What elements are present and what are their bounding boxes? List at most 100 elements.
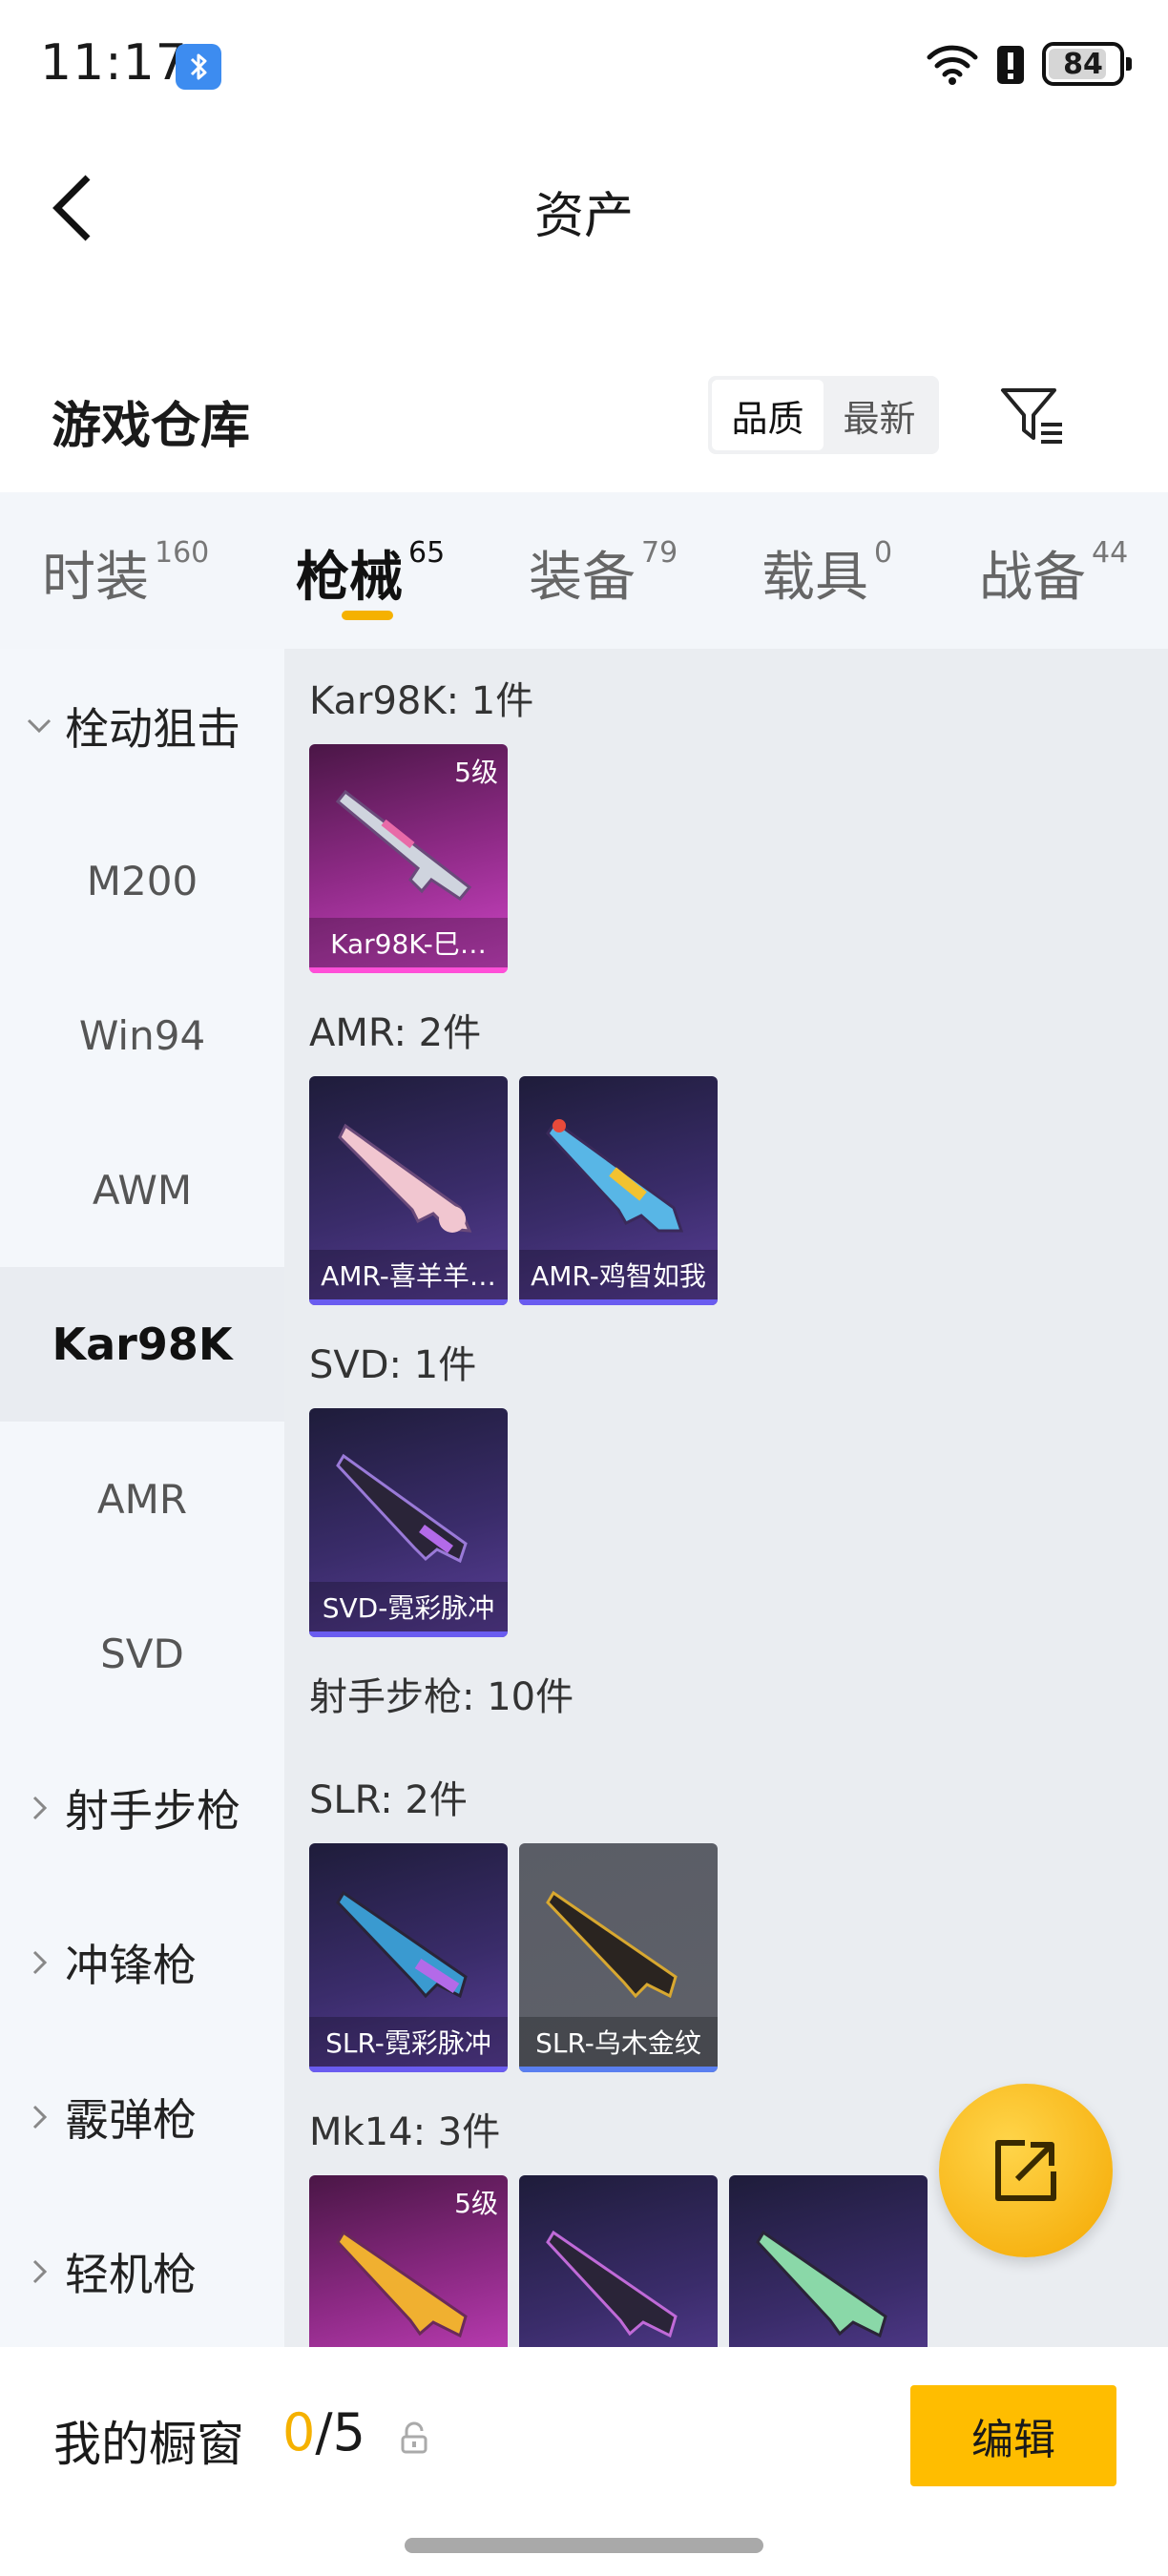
tab-label: 载具 — [761, 547, 868, 609]
rarity-bar — [309, 2067, 508, 2072]
sort-quality-button[interactable]: 品质 — [712, 380, 824, 450]
group-title-mk14: Mk14: 3件 — [309, 2110, 501, 2154]
rarity-bar — [309, 967, 508, 973]
rifle-image — [338, 1123, 472, 1233]
app-screen: 11:17 84 资产 游戏仓库 品质 最新 时装 160 枪械 65 装备 7… — [0, 0, 1168, 2576]
showcase-bar: 我的橱窗 0/5 编辑 — [0, 2347, 1168, 2576]
skin-card[interactable]: SLR-霓彩脉冲 — [309, 1843, 508, 2072]
nav-bar: 资产 — [0, 143, 1168, 267]
sidebar-item-label: M200 — [86, 857, 198, 904]
tab-count: 160 — [155, 536, 210, 570]
sidebar-item-smg[interactable]: 冲锋枪 — [0, 1885, 284, 2040]
skin-name: SVD-霓彩脉冲 — [309, 1582, 508, 1631]
bluetooth-icon — [176, 44, 221, 90]
skin-card[interactable]: AMR-鸡智如我 — [519, 1076, 718, 1305]
battery-percent: 84 — [1063, 47, 1103, 81]
group-title-amr: AMR: 2件 — [309, 1011, 482, 1055]
sidebar-item-bolt-action[interactable]: 栓动狙击 — [0, 649, 284, 803]
tab-count: 79 — [641, 536, 678, 570]
chevron-right-icon — [32, 1796, 48, 1820]
skin-name: AMR-鸡智如我 — [519, 1250, 718, 1299]
status-bar: 11:17 84 — [0, 0, 1168, 134]
edit-button[interactable]: 编辑 — [910, 2385, 1116, 2486]
share-button[interactable] — [939, 2084, 1113, 2257]
battery-saver-icon — [997, 46, 1024, 84]
share-icon — [995, 2140, 1056, 2201]
sidebar-item-label: 栓动狙击 — [65, 703, 240, 755]
status-icons: 84 — [926, 42, 1132, 86]
skin-name: Kar98K-巳… — [309, 918, 508, 967]
category-tabs: 时装 160 枪械 65 装备 79 载具 0 战备 44 — [0, 492, 1168, 649]
chevron-down-icon — [27, 718, 52, 734]
rarity-bar — [309, 1299, 508, 1305]
rifle-image — [336, 1890, 468, 1999]
tab-equipment[interactable]: 装备 79 — [529, 534, 678, 612]
sidebar-item-label: 射手步枪 — [65, 1785, 240, 1837]
rifle-image — [546, 1890, 678, 1999]
sidebar-item-win94[interactable]: Win94 — [0, 958, 284, 1112]
tab-supplies[interactable]: 战备 44 — [979, 534, 1128, 612]
skin-level: 5级 — [454, 2188, 498, 2219]
group-title-slr: SLR: 2件 — [309, 1778, 468, 1822]
sidebar-item-label: SVD — [100, 1630, 184, 1677]
rifle-image — [336, 1453, 468, 1564]
sidebar-item-label: Win94 — [78, 1011, 206, 1059]
sidebar-item-marksman[interactable]: 射手步枪 — [0, 1731, 284, 1885]
showcase-count: 0/5 — [282, 2402, 365, 2462]
tab-vehicles[interactable]: 载具 0 — [761, 534, 892, 612]
rarity-bar — [519, 1299, 718, 1305]
skin-card[interactable]: 5级 Kar98K-巳… — [309, 744, 508, 973]
sidebar-item-label: 霰弹枪 — [65, 2094, 197, 2146]
filter-button[interactable] — [996, 380, 1069, 452]
showcase-used: 0 — [282, 2402, 316, 2462]
sidebar-item-label: 冲锋枪 — [65, 1940, 197, 1991]
skin-card[interactable] — [519, 2175, 718, 2347]
status-time: 11:17 — [40, 34, 188, 92]
rifle-image — [756, 2230, 887, 2338]
filter-icon — [1001, 388, 1062, 444]
sort-newest-button[interactable]: 最新 — [824, 380, 935, 450]
active-tab-indicator — [342, 611, 393, 620]
sidebar-item-svd[interactable]: SVD — [0, 1576, 284, 1731]
showcase-title: 我的橱窗 — [53, 2417, 244, 2472]
rifle-image — [336, 2230, 468, 2338]
sidebar-item-amr[interactable]: AMR — [0, 1422, 284, 1576]
sidebar-item-shotgun[interactable]: 霰弹枪 — [0, 2040, 284, 2194]
rifle-image — [546, 2230, 678, 2338]
page-title: 资产 — [533, 188, 634, 245]
sidebar-item-kar98k[interactable]: Kar98K — [0, 1267, 284, 1422]
skin-card[interactable]: AMR-喜羊羊… — [309, 1076, 508, 1305]
sidebar-item-label: Kar98K — [52, 1319, 233, 1370]
skin-card[interactable]: SVD-霓彩脉冲 — [309, 1408, 508, 1637]
sidebar-item-m200[interactable]: M200 — [0, 803, 284, 958]
group-title-marksman: 射手步枪: 10件 — [309, 1675, 574, 1719]
skin-level: 5级 — [454, 757, 498, 788]
wifi-icon — [927, 45, 978, 85]
warehouse-title: 游戏仓库 — [52, 398, 251, 455]
tab-firearms[interactable]: 枪械 65 — [296, 534, 445, 612]
skin-name: SLR-霓彩脉冲 — [309, 2017, 508, 2067]
tab-count: 44 — [1092, 536, 1129, 570]
sidebar-item-lmg[interactable]: 轻机枪 — [0, 2194, 284, 2349]
tab-count: 0 — [874, 536, 893, 570]
home-indicator[interactable] — [405, 2538, 763, 2553]
sidebar-item-label: 轻机枪 — [65, 2249, 197, 2300]
weapon-type-sidebar: 栓动狙击 M200 Win94 AWM Kar98K AMR SVD 射手步枪 … — [0, 649, 284, 2347]
battery-indicator: 84 — [1042, 42, 1132, 86]
tab-label: 战备 — [979, 547, 1086, 609]
showcase-total: 5 — [332, 2402, 365, 2462]
tab-label: 枪械 — [296, 547, 403, 609]
rarity-bar — [309, 1631, 508, 1637]
tab-label: 时装 — [42, 547, 149, 609]
warehouse-header: 游戏仓库 品质 最新 — [0, 363, 1168, 477]
rifle-image — [335, 789, 472, 901]
tab-fashion[interactable]: 时装 160 — [42, 534, 209, 612]
rifle-image — [546, 1119, 684, 1233]
skin-card[interactable]: SLR-乌木金纹 — [519, 1843, 718, 2072]
skin-card[interactable]: 5级 — [309, 2175, 508, 2347]
skin-card[interactable] — [729, 2175, 928, 2347]
chevron-right-icon — [32, 2259, 48, 2284]
showcase-separator: / — [315, 2402, 333, 2462]
sidebar-item-awm[interactable]: AWM — [0, 1112, 284, 1267]
group-title-svd: SVD: 1件 — [309, 1343, 477, 1387]
